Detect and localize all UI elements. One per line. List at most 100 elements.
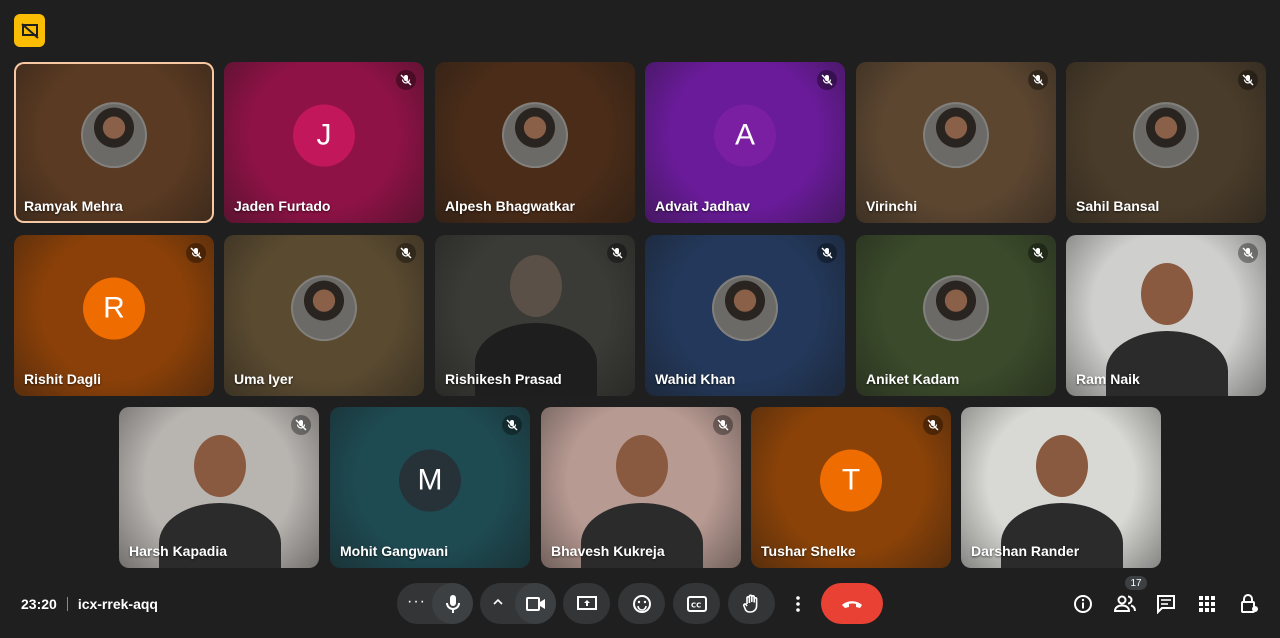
mic-off-icon bbox=[295, 419, 307, 431]
muted-indicator bbox=[923, 415, 943, 435]
muted-indicator bbox=[502, 415, 522, 435]
svg-text:CC: CC bbox=[691, 601, 701, 609]
participant-name: Ram Naik bbox=[1076, 371, 1140, 387]
chat-button[interactable] bbox=[1154, 592, 1178, 616]
people-icon bbox=[1114, 595, 1136, 612]
mic-off-icon bbox=[821, 247, 833, 259]
presentation-off-badge[interactable] bbox=[14, 14, 45, 47]
muted-indicator bbox=[817, 243, 837, 263]
avatar-initial: T bbox=[820, 449, 882, 512]
mic-control-group: ··· bbox=[397, 583, 473, 624]
participant-name: Darshan Rander bbox=[971, 543, 1080, 559]
mic-off-icon bbox=[1032, 247, 1044, 259]
participant-tile[interactable]: T Tushar Shelke bbox=[751, 407, 951, 568]
more-options-button[interactable] bbox=[784, 583, 812, 624]
meeting-code[interactable]: icx-rrek-aqq bbox=[78, 596, 158, 612]
microphone-button[interactable] bbox=[432, 583, 473, 624]
participant-tile[interactable]: Ram Naik bbox=[1066, 235, 1266, 396]
participant-tile[interactable]: J Jaden Furtado bbox=[224, 62, 424, 223]
video-feed bbox=[194, 435, 246, 497]
participant-name: Alpesh Bhagwatkar bbox=[445, 198, 575, 214]
participant-name: Aniket Kadam bbox=[866, 371, 960, 387]
meeting-time: 23:20 bbox=[21, 596, 57, 612]
meeting-details-button[interactable] bbox=[1071, 592, 1095, 616]
video-feed bbox=[1036, 435, 1088, 497]
raise-hand-button[interactable] bbox=[728, 583, 775, 624]
participant-tile[interactable]: Alpesh Bhagwatkar bbox=[435, 62, 635, 223]
mic-off-icon bbox=[400, 247, 412, 259]
lock-person-icon bbox=[1241, 594, 1258, 613]
video-feed bbox=[1141, 263, 1193, 325]
participant-name: Rishit Dagli bbox=[24, 371, 102, 387]
video-feed bbox=[510, 255, 562, 317]
more-mic-options-button[interactable]: ··· bbox=[407, 593, 426, 611]
present-icon bbox=[576, 595, 597, 610]
muted-indicator bbox=[607, 243, 627, 263]
participant-name: Jaden Furtado bbox=[234, 198, 331, 214]
meeting-info: 23:20 icx-rrek-aqq bbox=[21, 596, 158, 612]
participant-tile[interactable]: Darshan Rander bbox=[961, 407, 1161, 568]
avatar bbox=[502, 101, 568, 168]
avatar bbox=[923, 101, 989, 168]
participant-name: Bhavesh Kukreja bbox=[551, 543, 665, 559]
muted-indicator bbox=[291, 415, 311, 435]
mic-off-icon bbox=[1242, 74, 1254, 86]
captions-button[interactable]: CC bbox=[673, 583, 720, 624]
participant-tile[interactable]: Harsh Kapadia bbox=[119, 407, 319, 568]
emoji-icon bbox=[632, 594, 651, 613]
participant-name: Ramyak Mehra bbox=[24, 198, 123, 214]
participant-count-badge: 17 bbox=[1125, 576, 1147, 590]
participant-tile[interactable]: M Mohit Gangwani bbox=[330, 407, 530, 568]
muted-indicator bbox=[1238, 70, 1258, 90]
muted-indicator bbox=[396, 243, 416, 263]
divider bbox=[66, 597, 68, 611]
muted-indicator bbox=[817, 70, 837, 90]
participant-tile[interactable]: R Rishit Dagli bbox=[14, 235, 214, 396]
avatar-initial: A bbox=[714, 104, 776, 167]
avatar bbox=[291, 274, 357, 341]
mic-off-icon bbox=[400, 74, 412, 86]
avatar bbox=[81, 101, 147, 168]
avatar-initial: R bbox=[83, 277, 145, 340]
avatar bbox=[923, 274, 989, 341]
avatar-initial: J bbox=[293, 104, 355, 167]
muted-indicator bbox=[1028, 70, 1048, 90]
muted-indicator bbox=[1028, 243, 1048, 263]
mic-off-icon bbox=[1242, 247, 1254, 259]
activities-button[interactable] bbox=[1195, 592, 1219, 616]
participant-tile[interactable]: Rishikesh Prasad bbox=[435, 235, 635, 396]
participant-name: Wahid Khan bbox=[655, 371, 736, 387]
participant-tile[interactable]: Ramyak Mehra bbox=[14, 62, 214, 223]
people-button[interactable] bbox=[1113, 592, 1137, 616]
participant-tile[interactable]: Aniket Kadam bbox=[856, 235, 1056, 396]
muted-indicator bbox=[1238, 243, 1258, 263]
participant-tile[interactable]: Wahid Khan bbox=[645, 235, 845, 396]
reactions-button[interactable] bbox=[618, 583, 665, 624]
host-controls-button[interactable] bbox=[1237, 592, 1261, 616]
camera-icon bbox=[525, 596, 545, 611]
present-screen-button[interactable] bbox=[563, 583, 610, 624]
participant-tile[interactable]: Uma Iyer bbox=[224, 235, 424, 396]
info-icon bbox=[1074, 595, 1092, 613]
muted-indicator bbox=[186, 243, 206, 263]
participant-tile[interactable]: Bhavesh Kukreja bbox=[541, 407, 741, 568]
chat-icon bbox=[1157, 595, 1175, 614]
mic-off-icon bbox=[927, 419, 939, 431]
avatar bbox=[712, 274, 778, 341]
leave-call-button[interactable] bbox=[821, 583, 883, 624]
mic-off-icon bbox=[611, 247, 623, 259]
end-call-icon bbox=[842, 600, 862, 608]
participant-name: Mohit Gangwani bbox=[340, 543, 449, 559]
camera-button[interactable] bbox=[515, 583, 556, 624]
participant-tile[interactable]: A Advait Jadhav bbox=[645, 62, 845, 223]
participant-tile[interactable]: Virinchi bbox=[856, 62, 1056, 223]
participant-tile[interactable]: Sahil Bansal bbox=[1066, 62, 1266, 223]
avatar-initial: M bbox=[399, 449, 461, 512]
participant-name: Sahil Bansal bbox=[1076, 198, 1160, 214]
hand-icon bbox=[742, 594, 757, 613]
camera-control-group bbox=[480, 583, 556, 624]
camera-options-button[interactable] bbox=[492, 595, 504, 613]
chevron-up-icon bbox=[493, 598, 503, 605]
participant-name: Uma Iyer bbox=[234, 371, 294, 387]
mic-off-icon bbox=[506, 419, 518, 431]
